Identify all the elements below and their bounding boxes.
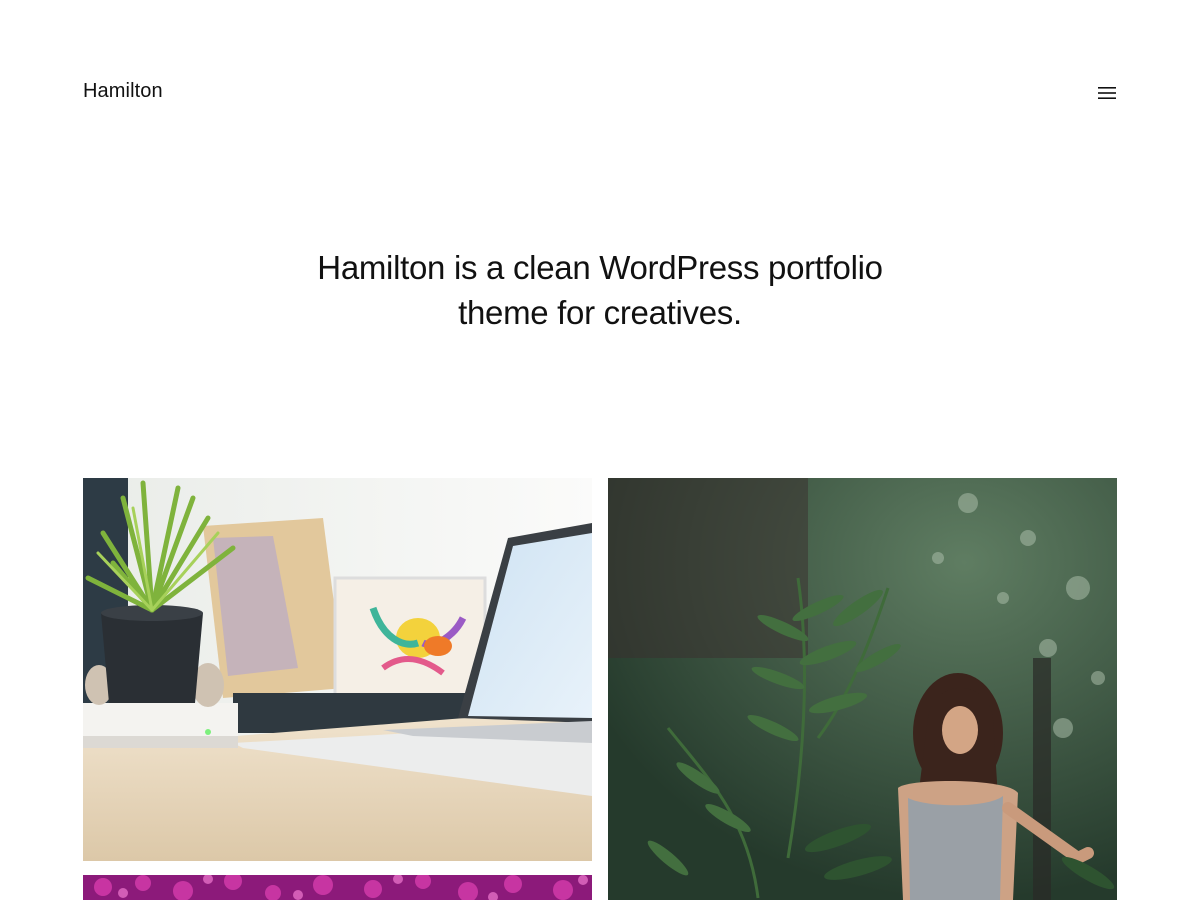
portfolio-item-flowers[interactable] xyxy=(83,875,592,900)
hero-tagline: Hamilton is a clean WordPress portfolio … xyxy=(317,249,883,331)
desk-photo xyxy=(83,478,592,861)
site-header: Hamilton xyxy=(83,76,1117,110)
page: Hamilton Hamilton is a clean WordPress p… xyxy=(0,0,1200,900)
portfolio-item-desk[interactable] xyxy=(83,478,592,861)
hamburger-menu-icon xyxy=(1098,87,1116,99)
forest-photo xyxy=(608,478,1117,900)
menu-toggle-button[interactable] xyxy=(1097,83,1117,103)
flowers-photo xyxy=(83,875,592,900)
portfolio-item-forest[interactable] xyxy=(608,478,1117,900)
site-title-link[interactable]: Hamilton xyxy=(83,80,163,103)
